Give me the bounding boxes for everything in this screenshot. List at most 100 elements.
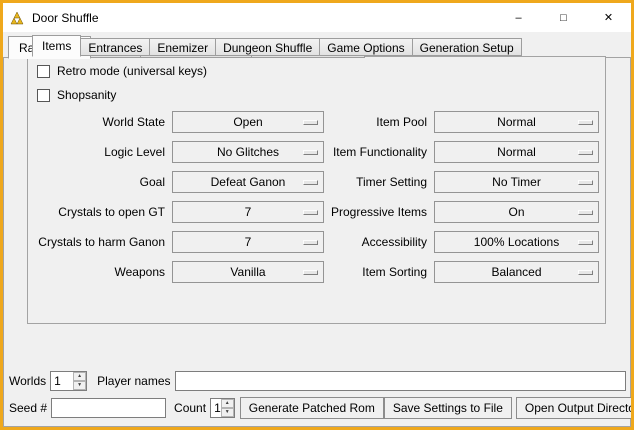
settings-tab-bar: Items Entrances Enemizer Dungeon Shuffle…: [32, 34, 522, 56]
crystals-gt-value: 7: [245, 205, 252, 219]
option-row: World State Open Item Pool Normal: [28, 111, 605, 133]
crystals-ganon-label: Crystals to harm Ganon: [28, 235, 165, 249]
tab-enemizer[interactable]: Enemizer: [149, 38, 216, 56]
logic-level-dropdown[interactable]: No Glitches: [172, 141, 324, 163]
weapons-value: Vanilla: [230, 265, 265, 279]
option-row: Crystals to open GT 7 Progressive Items …: [28, 201, 605, 223]
tab-entrances[interactable]: Entrances: [80, 38, 150, 56]
player-names-input[interactable]: [175, 371, 627, 391]
worlds-value: 1: [51, 372, 73, 390]
minimize-button[interactable]: –: [496, 3, 541, 32]
window-controls: – □ ✕: [496, 3, 631, 32]
item-sorting-dropdown[interactable]: Balanced: [434, 261, 599, 283]
item-functionality-dropdown[interactable]: Normal: [434, 141, 599, 163]
optionmenu-indicator-icon: [303, 270, 318, 275]
accessibility-dropdown[interactable]: 100% Locations: [434, 231, 599, 253]
world-state-label: World State: [28, 115, 165, 129]
optionmenu-indicator-icon: [578, 240, 593, 245]
timer-setting-value: No Timer: [492, 175, 541, 189]
open-output-directory-button[interactable]: Open Output Directory: [516, 397, 634, 419]
seed-label: Seed #: [9, 401, 47, 415]
optionmenu-indicator-icon: [578, 150, 593, 155]
retro-mode-row: Retro mode (universal keys): [37, 64, 207, 78]
crystals-ganon-value: 7: [245, 235, 252, 249]
item-sorting-label: Item Sorting: [324, 265, 427, 279]
crystals-gt-label: Crystals to open GT: [28, 205, 165, 219]
goal-value: Defeat Ganon: [211, 175, 286, 189]
shopsanity-checkbox[interactable]: [37, 89, 50, 102]
logic-level-label: Logic Level: [28, 145, 165, 159]
save-settings-button[interactable]: Save Settings to File: [384, 397, 512, 419]
optionmenu-indicator-icon: [578, 270, 593, 275]
spin-down-icon[interactable]: ▼: [221, 408, 234, 417]
maximize-button[interactable]: □: [541, 3, 586, 32]
generation-row: Seed # Count 1 ▲ ▼ Generate Patched Rom …: [9, 397, 626, 419]
spin-up-icon[interactable]: ▲: [73, 372, 86, 381]
window: Door Shuffle – □ ✕ Randomize Adjust Star…: [0, 0, 634, 430]
tab-dungeon-shuffle[interactable]: Dungeon Shuffle: [215, 38, 320, 56]
optionmenu-indicator-icon: [303, 150, 318, 155]
player-names-label: Player names: [97, 374, 170, 388]
shopsanity-row: Shopsanity: [37, 88, 116, 102]
window-body: Randomize Adjust Starting Inventory Cust…: [3, 32, 631, 427]
titlebar[interactable]: Door Shuffle – □ ✕: [3, 3, 631, 32]
close-button[interactable]: ✕: [586, 3, 631, 32]
window-title: Door Shuffle: [32, 11, 99, 25]
item-pool-value: Normal: [497, 115, 536, 129]
optionmenu-indicator-icon: [303, 180, 318, 185]
timer-setting-dropdown[interactable]: No Timer: [434, 171, 599, 193]
worlds-label: Worlds: [9, 374, 46, 388]
spin-down-icon[interactable]: ▼: [73, 381, 86, 390]
weapons-dropdown[interactable]: Vanilla: [172, 261, 324, 283]
generate-patched-rom-button[interactable]: Generate Patched Rom: [240, 397, 384, 419]
progressive-items-value: On: [508, 205, 524, 219]
retro-mode-label: Retro mode (universal keys): [57, 64, 207, 78]
accessibility-value: 100% Locations: [474, 235, 559, 249]
optionmenu-indicator-icon: [578, 210, 593, 215]
weapons-label: Weapons: [28, 265, 165, 279]
settings-notebook: Retro mode (universal keys) Shopsanity W…: [27, 34, 606, 330]
world-state-dropdown[interactable]: Open: [172, 111, 324, 133]
progressive-items-dropdown[interactable]: On: [434, 201, 599, 223]
item-pool-label: Item Pool: [324, 115, 427, 129]
progressive-items-label: Progressive Items: [324, 205, 427, 219]
worlds-spin-arrows: ▲ ▼: [73, 372, 86, 390]
worlds-spinbox[interactable]: 1 ▲ ▼: [50, 371, 87, 391]
item-pool-dropdown[interactable]: Normal: [434, 111, 599, 133]
tab-game-options[interactable]: Game Options: [319, 38, 412, 56]
optionmenu-indicator-icon: [303, 240, 318, 245]
multiworld-row: Worlds 1 ▲ ▼ Player names: [9, 370, 626, 392]
count-label: Count: [174, 401, 206, 415]
option-row: Goal Defeat Ganon Timer Setting No Timer: [28, 171, 605, 193]
items-tab-pane: Retro mode (universal keys) Shopsanity W…: [27, 56, 606, 324]
tab-generation-setup[interactable]: Generation Setup: [412, 38, 522, 56]
timer-setting-label: Timer Setting: [324, 175, 427, 189]
count-value: 1: [211, 399, 221, 417]
tab-items[interactable]: Items: [32, 35, 81, 57]
option-row: Crystals to harm Ganon 7 Accessibility 1…: [28, 231, 605, 253]
seed-input[interactable]: [51, 398, 166, 418]
crystals-gt-dropdown[interactable]: 7: [172, 201, 324, 223]
option-row: Logic Level No Glitches Item Functionali…: [28, 141, 605, 163]
optionmenu-indicator-icon: [578, 120, 593, 125]
world-state-value: Open: [233, 115, 262, 129]
count-spin-arrows: ▲ ▼: [221, 399, 234, 417]
count-spinbox[interactable]: 1 ▲ ▼: [210, 398, 235, 418]
item-functionality-value: Normal: [497, 145, 536, 159]
optionmenu-indicator-icon: [578, 180, 593, 185]
retro-mode-checkbox[interactable]: [37, 65, 50, 78]
crystals-ganon-dropdown[interactable]: 7: [172, 231, 324, 253]
goal-dropdown[interactable]: Defeat Ganon: [172, 171, 324, 193]
logic-level-value: No Glitches: [217, 145, 279, 159]
optionmenu-indicator-icon: [303, 210, 318, 215]
item-sorting-value: Balanced: [491, 265, 541, 279]
spin-up-icon[interactable]: ▲: [221, 399, 234, 408]
option-row: Weapons Vanilla Item Sorting Balanced: [28, 261, 605, 283]
goal-label: Goal: [28, 175, 165, 189]
accessibility-label: Accessibility: [324, 235, 427, 249]
shopsanity-label: Shopsanity: [57, 88, 116, 102]
optionmenu-indicator-icon: [303, 120, 318, 125]
item-functionality-label: Item Functionality: [324, 145, 427, 159]
app-icon: [9, 10, 25, 26]
options-grid: World State Open Item Pool Normal Logic …: [28, 111, 605, 283]
